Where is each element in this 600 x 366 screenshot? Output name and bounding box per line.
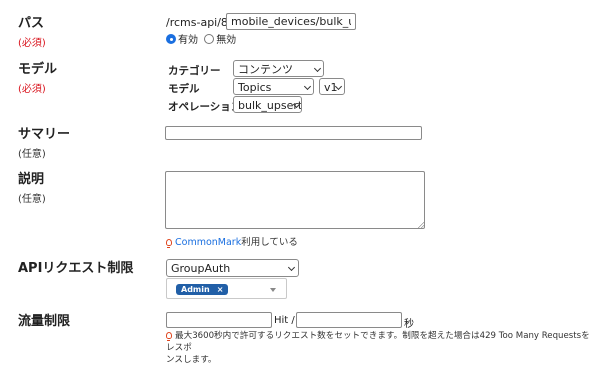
rate-limit-label: 流量制限 [18,314,71,329]
seconds-unit-label: 秒 [404,319,414,330]
description-label: 説明 [18,172,45,187]
api-limit-label: APIリクエスト制限 [18,261,134,276]
category-select[interactable]: コンテンツ [233,60,324,77]
path-status-group: 有効 無効 [166,31,236,46]
commonmark-link[interactable]: CommonMark [175,237,241,248]
operation-label: オペレーション [168,101,242,113]
path-label: パス [18,16,45,31]
rate-limit-hint: 最大3600秒内で許可するリクエスト数をセットできます。制限を超えた場合は429… [166,330,596,366]
path-prefix: /rcms-api/8/ [166,16,232,29]
rate-limit-hit-input[interactable] [166,312,272,328]
resize-handle-icon[interactable] [418,222,424,228]
status-on-label: 有効 [178,35,198,46]
version-select[interactable]: v1 [319,78,345,95]
description-hint-text: 利用している [241,237,298,248]
lightbulb-icon [166,239,172,248]
tag-remove-icon[interactable]: × [217,285,224,294]
chevron-down-icon [287,263,296,272]
tag-admin-label: Admin [181,285,210,294]
summary-label: サマリー [18,127,71,142]
model-select-label: モデル [168,83,200,95]
summary-input[interactable] [165,126,422,140]
path-input[interactable] [226,13,356,30]
model-select-value: Topics [238,81,272,94]
api-limit-select-value: GroupAuth [171,262,231,275]
status-off-radio[interactable] [204,34,215,44]
description-hint: CommonMark利用している [166,234,298,248]
model-select[interactable]: Topics [233,78,314,95]
description-textarea-wrap [165,171,425,229]
lightbulb-icon [166,332,172,341]
operation-select[interactable]: bulk_upsert [233,96,302,113]
dropdown-arrow-icon[interactable] [270,288,276,292]
summary-optional-note: (任意) [18,149,46,160]
description-optional-note: (任意) [18,194,46,205]
description-textarea[interactable] [165,171,425,229]
model-label: モデル [18,62,58,77]
model-required-note: (必須) [18,84,46,95]
category-label: カテゴリー [168,65,221,77]
api-limit-select[interactable]: GroupAuth [166,259,299,277]
status-on-radio[interactable] [166,34,176,44]
operation-select-value: bulk_upsert [238,99,302,112]
api-limit-tag-box[interactable]: Admin × [166,278,287,299]
hit-unit-label: Hit / [274,315,295,326]
status-off-label: 無効 [216,35,237,46]
category-select-value: コンテンツ [238,63,293,76]
chevron-down-icon [303,82,312,91]
rate-limit-hint-line1: 最大3600秒内で許可するリクエスト数をセットできます。制限を超えた場合は429… [166,331,590,353]
rate-limit-hint-line2: ンスします。 [166,355,217,365]
rate-limit-seconds-input[interactable] [296,312,402,328]
path-required-note: (必須) [18,38,46,49]
chevron-down-icon [313,64,322,73]
tag-admin: Admin × [176,284,229,295]
